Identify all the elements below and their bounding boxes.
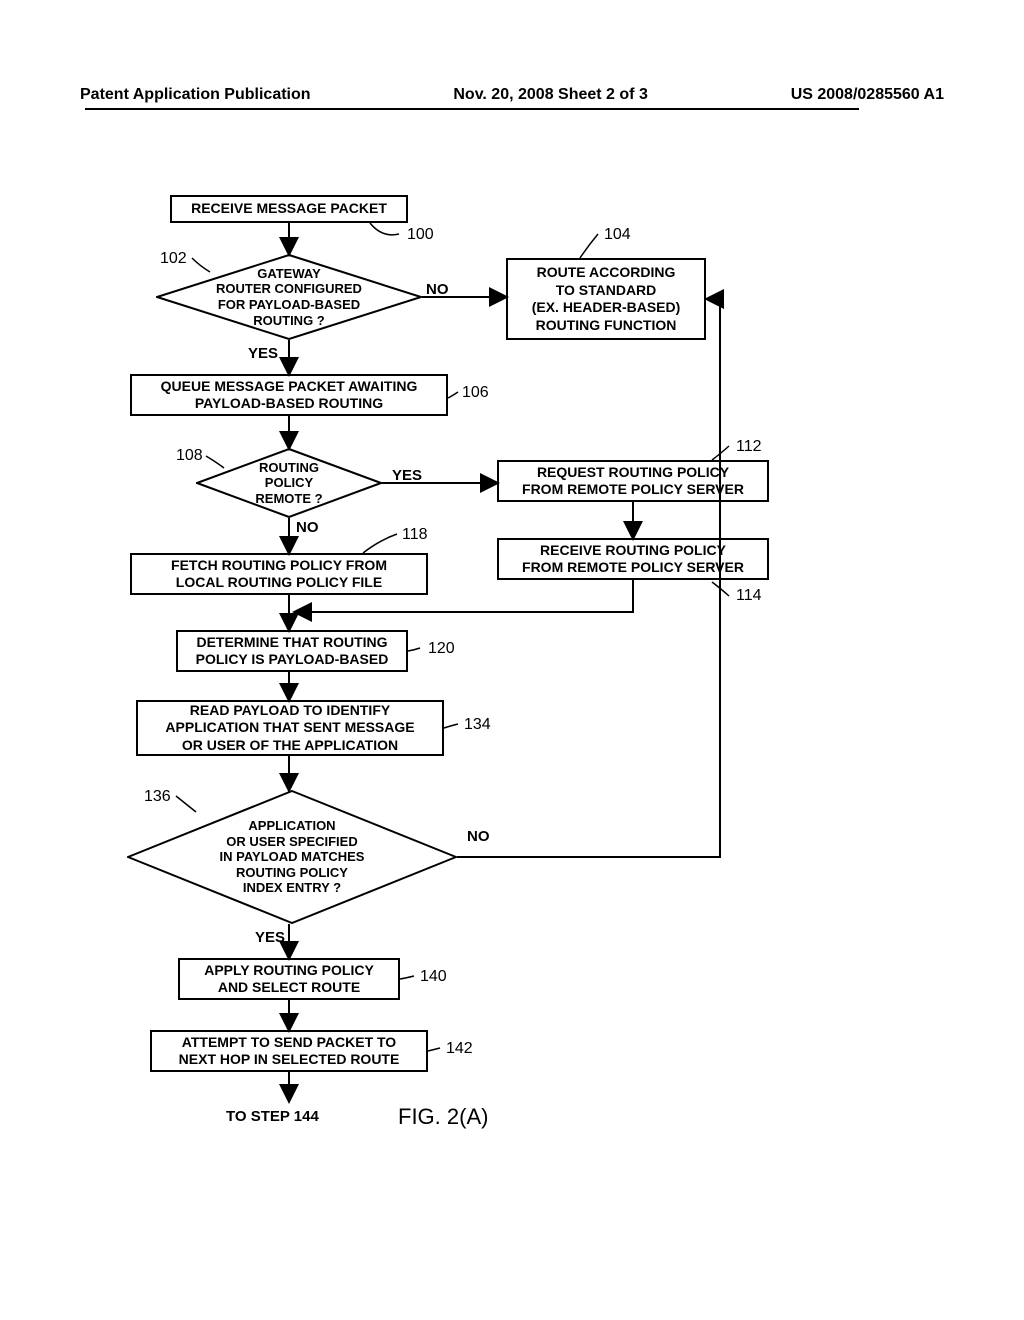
ref-142: 142 xyxy=(446,1040,473,1058)
to-step-144: TO STEP 144 xyxy=(226,1108,319,1125)
box-apply-policy: APPLY ROUTING POLICYAND SELECT ROUTE xyxy=(178,958,400,1000)
box-receive-policy: RECEIVE ROUTING POLICYFROM REMOTE POLICY… xyxy=(497,538,769,580)
ref-136: 136 xyxy=(144,788,171,806)
header-rule xyxy=(85,108,859,110)
patent-page: Patent Application Publication Nov. 20, … xyxy=(0,0,1024,1320)
arrows-overlay xyxy=(0,0,1024,1320)
box-attempt-send: ATTEMPT TO SEND PACKET TONEXT HOP IN SEL… xyxy=(150,1030,428,1072)
box-request-policy: REQUEST ROUTING POLICYFROM REMOTE POLICY… xyxy=(497,460,769,502)
ref-114: 114 xyxy=(736,587,762,605)
box-queue-packet: QUEUE MESSAGE PACKET AWAITINGPAYLOAD-BAS… xyxy=(130,374,448,416)
diamond-policy-remote: ROUTINGPOLICYREMOTE ? xyxy=(196,448,382,518)
diamond-payload-match: APPLICATIONOR USER SPECIFIEDIN PAYLOAD M… xyxy=(127,790,457,924)
label-yes-1: YES xyxy=(248,345,278,362)
label-no-1: NO xyxy=(426,281,449,298)
page-header: Patent Application Publication Nov. 20, … xyxy=(80,86,944,104)
header-right: US 2008/0285560 A1 xyxy=(791,86,944,104)
ref-102: 102 xyxy=(160,250,187,268)
label-yes-3: YES xyxy=(255,929,285,946)
box-read-payload: READ PAYLOAD TO IDENTIFYAPPLICATION THAT… xyxy=(136,700,444,756)
ref-112: 112 xyxy=(736,438,762,456)
box-receive-packet: RECEIVE MESSAGE PACKET xyxy=(170,195,408,223)
box-route-standard: ROUTE ACCORDINGTO STANDARD(EX. HEADER-BA… xyxy=(506,258,706,340)
label-no-3: NO xyxy=(467,828,490,845)
ref-118: 118 xyxy=(402,526,428,544)
label-no-2: NO xyxy=(296,519,319,536)
box-determine-payload: DETERMINE THAT ROUTINGPOLICY IS PAYLOAD-… xyxy=(176,630,408,672)
label-yes-2: YES xyxy=(392,467,422,484)
ref-108: 108 xyxy=(176,447,203,465)
ref-106: 106 xyxy=(462,384,489,402)
diamond-gateway-configured: GATEWAYROUTER CONFIGUREDFOR PAYLOAD-BASE… xyxy=(156,254,422,340)
ref-100: 100 xyxy=(407,226,434,244)
box-fetch-local: FETCH ROUTING POLICY FROMLOCAL ROUTING P… xyxy=(130,553,428,595)
ref-134: 134 xyxy=(464,716,491,734)
ref-104: 104 xyxy=(604,226,631,244)
header-center: Nov. 20, 2008 Sheet 2 of 3 xyxy=(453,86,647,104)
ref-120: 120 xyxy=(428,640,455,658)
figure-caption: FIG. 2(A) xyxy=(398,1104,488,1130)
header-left: Patent Application Publication xyxy=(80,86,311,104)
ref-140: 140 xyxy=(420,968,447,986)
